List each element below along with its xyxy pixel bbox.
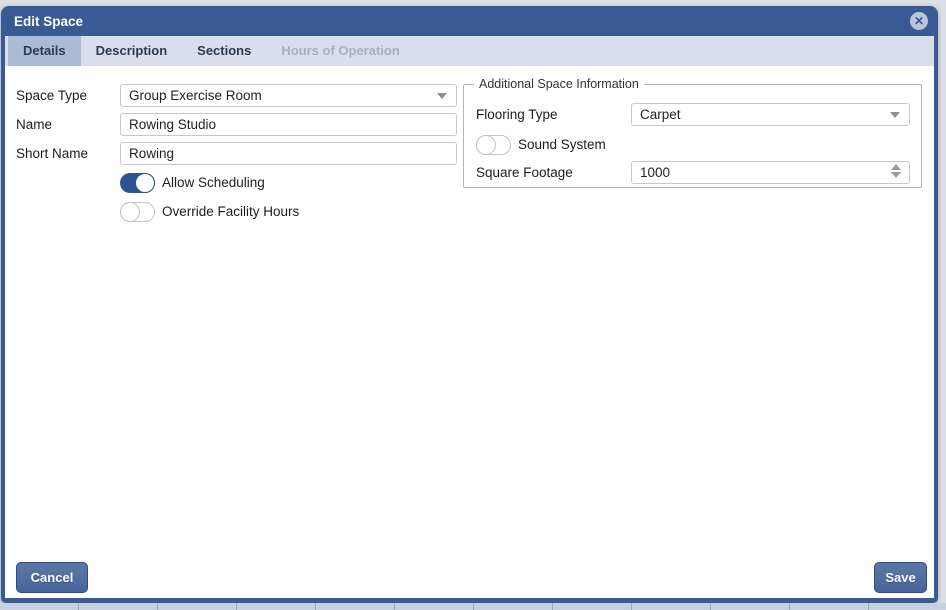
edit-space-dialog: Edit Space ✕ Details Description Section… — [1, 6, 938, 603]
name-label: Name — [16, 113, 52, 136]
dialog-tabbar: Details Description Sections Hours of Op… — [5, 36, 934, 66]
space-type-select[interactable]: Group Exercise Room — [120, 84, 457, 107]
spinner-arrows-icon[interactable] — [891, 164, 901, 178]
space-type-value: Group Exercise Room — [129, 88, 262, 103]
override-facility-hours-label: Override Facility Hours — [162, 202, 299, 222]
short-name-label: Short Name — [16, 142, 88, 165]
tab-description[interactable]: Description — [81, 36, 183, 66]
flooring-type-label: Flooring Type — [476, 103, 558, 126]
space-type-label: Space Type — [16, 84, 87, 107]
dialog-titlebar: Edit Space ✕ — [5, 6, 934, 36]
override-facility-hours-toggle[interactable] — [120, 202, 155, 222]
chevron-down-icon — [437, 93, 447, 99]
background-page-fragment: ▄▄▄▄▄▄ — [2, 0, 122, 5]
toggle-knob — [135, 173, 155, 193]
allow-scheduling-toggle[interactable] — [120, 173, 155, 193]
toggle-knob — [476, 135, 496, 155]
name-input[interactable]: Rowing Studio — [120, 113, 457, 136]
dialog-title: Edit Space — [14, 14, 83, 29]
additional-space-information-group: Additional Space Information Flooring Ty… — [463, 84, 922, 188]
chevron-down-icon — [890, 112, 900, 118]
cancel-button[interactable]: Cancel — [16, 562, 88, 593]
square-footage-label: Square Footage — [476, 161, 573, 184]
tab-sections[interactable]: Sections — [182, 36, 266, 66]
group-legend: Additional Space Information — [474, 77, 644, 91]
tab-details[interactable]: Details — [8, 36, 81, 66]
flooring-type-value: Carpet — [640, 107, 681, 122]
toggle-knob — [120, 202, 140, 222]
square-footage-value: 1000 — [640, 165, 670, 180]
square-footage-input[interactable]: 1000 — [631, 161, 910, 184]
name-value: Rowing Studio — [129, 117, 216, 132]
dialog-body: Space Type Group Exercise Room Name Rowi… — [5, 66, 934, 598]
tab-hours-of-operation: Hours of Operation — [266, 36, 414, 66]
sound-system-toggle[interactable] — [476, 135, 511, 155]
sound-system-label: Sound System — [518, 135, 606, 155]
save-button[interactable]: Save — [874, 562, 927, 593]
close-icon[interactable]: ✕ — [910, 12, 928, 30]
short-name-input[interactable]: Rowing — [120, 142, 457, 165]
flooring-type-select[interactable]: Carpet — [631, 103, 910, 126]
allow-scheduling-label: Allow Scheduling — [162, 173, 265, 193]
background-bottom-strip — [0, 603, 946, 610]
short-name-value: Rowing — [129, 146, 174, 161]
